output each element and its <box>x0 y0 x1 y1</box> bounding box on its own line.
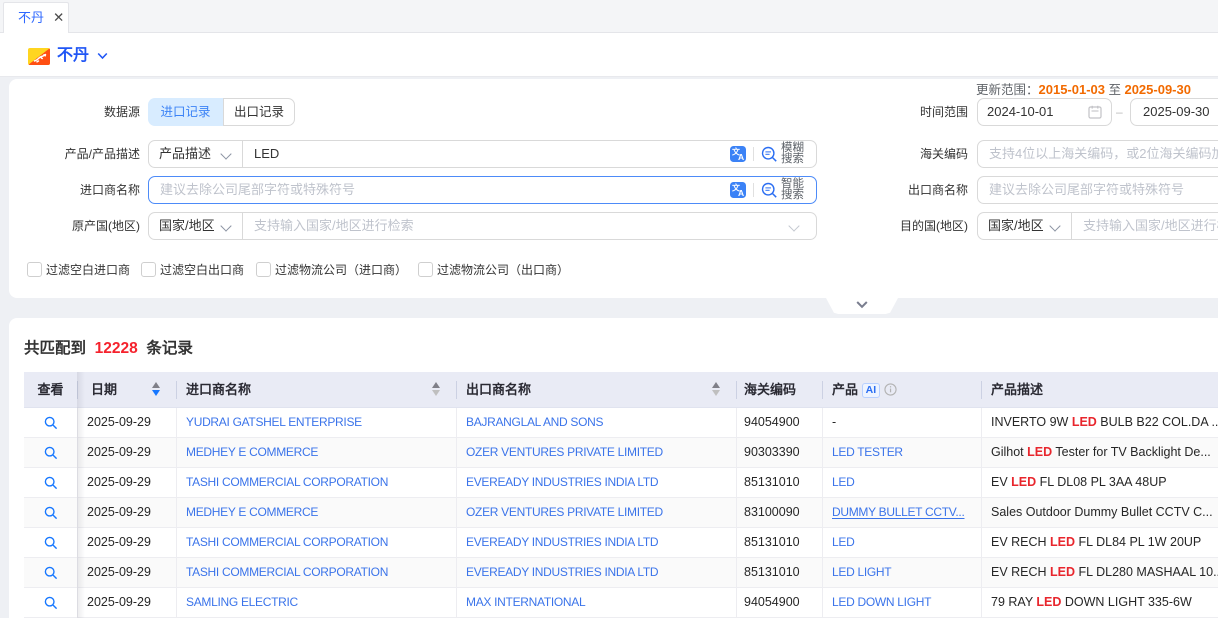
svg-text:A: A <box>738 152 744 162</box>
svg-text:A: A <box>738 188 744 198</box>
